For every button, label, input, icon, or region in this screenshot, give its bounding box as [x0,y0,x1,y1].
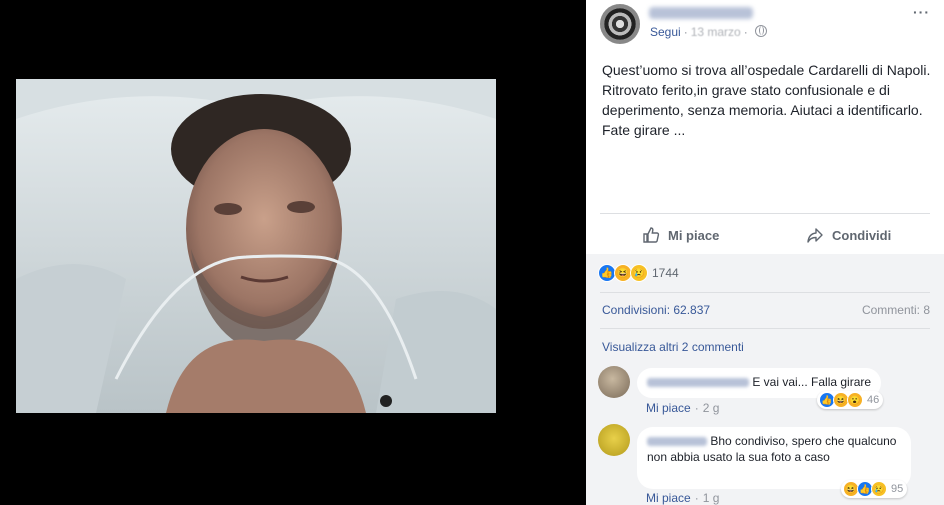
post-text: Quest’uomo si trova all’ospedale Cardare… [602,62,931,138]
comment-reaction-count: 46 [867,394,880,406]
post-actions: Mi piace Condividi [586,220,944,250]
like-button[interactable]: Mi piace [642,226,719,244]
view-more-comments-link[interactable]: Visualizza altri 2 commenti [602,340,744,354]
comment-age[interactable]: 2 g [703,401,720,415]
thumbs-up-icon [643,227,660,243]
commenter-name-redacted[interactable] [647,437,707,447]
share-label: Condividi [832,227,892,243]
divider [600,328,930,329]
follow-link[interactable]: Segui [650,25,681,39]
sad-reaction-icon: 😢 [871,481,887,497]
comments-count[interactable]: Commenti: 8 [862,303,930,317]
author-name-redacted[interactable] [649,7,753,19]
comment-meta: Mi piace · 1 g [646,491,720,505]
commenter-avatar[interactable] [598,424,630,456]
comment-meta: Mi piace · 2 g [646,401,720,415]
share-arrow-icon [807,228,823,243]
comment-reactions-badge[interactable]: 😆 👍 😢 95 [841,480,908,498]
post-panel: Segui · 13 marzo · ··· Quest’uomo si trova … [586,0,944,505]
hospital-patient-photo [16,79,496,413]
wow-reaction-icon: 😮 [847,392,863,408]
divider [600,213,930,214]
post-header: Segui · 13 marzo · ··· [586,0,944,50]
globe-icon [754,25,767,37]
post-photo[interactable] [16,79,496,413]
divider [600,292,930,293]
post-meta: Segui · 13 marzo · [650,25,767,39]
comment-age[interactable]: 1 g [703,491,720,505]
reaction-count: 1744 [652,266,679,280]
author-avatar[interactable] [600,4,640,44]
comment-reactions-badge[interactable]: 👍 😆 😮 46 [817,391,884,409]
share-button[interactable]: Condividi [806,226,891,244]
like-label: Mi piace [668,227,720,243]
shares-count[interactable]: Condivisioni: 62.837 [602,303,710,317]
comment-like-link[interactable]: Mi piace [646,401,691,415]
comment-text: E vai vai... Falla girare [752,375,872,389]
post-date[interactable]: 13 marzo [691,25,741,39]
sad-reaction-icon: 😢 [630,264,648,282]
photo-viewer [0,0,586,505]
reaction-summary[interactable]: 👍 😆 😢 1744 [598,264,679,282]
comment-reaction-count: 95 [891,483,904,495]
comment-like-link[interactable]: Mi piace [646,491,691,505]
more-options-icon[interactable]: ··· [913,4,930,20]
commenter-avatar[interactable] [598,366,630,398]
commenter-name-redacted[interactable] [647,378,749,388]
